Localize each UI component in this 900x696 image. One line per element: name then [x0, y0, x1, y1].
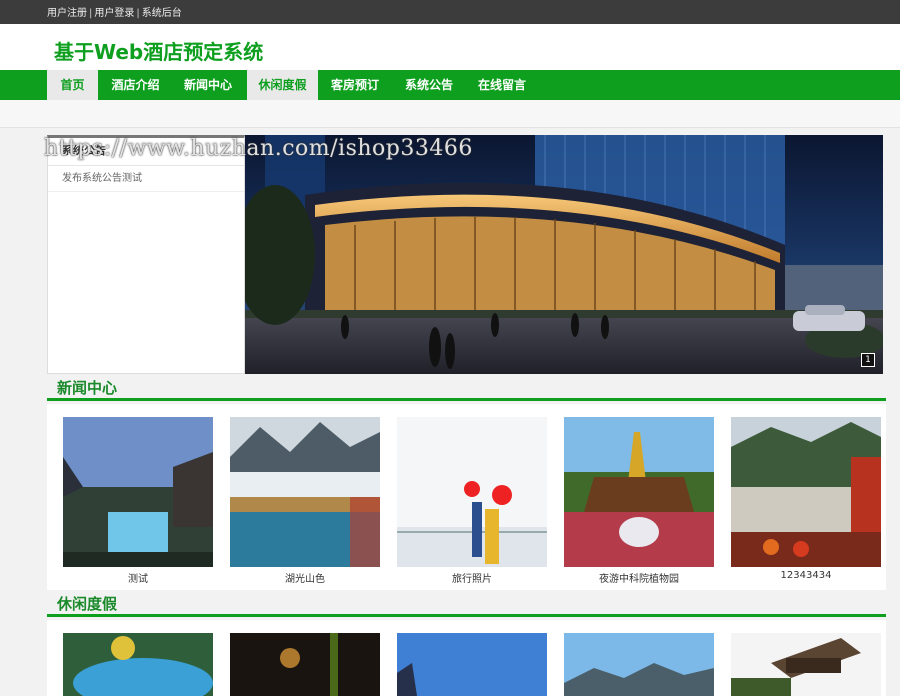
nav-item-news[interactable]: 新闻中心: [176, 70, 240, 100]
water-park-photo: [63, 633, 213, 696]
night-forest-photo: [230, 633, 380, 696]
mountain-peaks-photo: [564, 633, 714, 696]
golden-temple-fountain-photo: [564, 417, 714, 567]
top-utility-bar: 用户注册 | 用户登录 | 系统后台: [0, 0, 900, 24]
mountain-village-autumn-photo: [731, 417, 881, 567]
nav-item-booking[interactable]: 客房预订: [322, 70, 388, 100]
chinese-gate-photo: [731, 633, 881, 696]
leisure-section-header: 休闲度假: [47, 591, 886, 617]
leisure-card[interactable]: [731, 633, 881, 696]
admin-link[interactable]: 系统后台: [142, 8, 182, 19]
notice-panel: 系统公告 发布系统公告测试: [47, 135, 245, 374]
nav-item-home[interactable]: 首页: [47, 70, 98, 100]
news-section-title: 新闻中心: [57, 379, 118, 397]
news-card-caption: 测试: [128, 574, 148, 585]
resort-pool-photo: [63, 417, 213, 567]
hotel-banner[interactable]: 1: [245, 135, 883, 374]
news-card-caption: 湖光山色: [285, 574, 325, 585]
leisure-section-title: 休闲度假: [57, 595, 118, 613]
register-link[interactable]: 用户注册: [47, 8, 87, 19]
notice-title: 系统公告: [48, 138, 244, 166]
news-section-header: 新闻中心: [47, 375, 886, 401]
leisure-card[interactable]: [230, 633, 380, 696]
nav-item-messages[interactable]: 在线留言: [470, 70, 534, 100]
banner-page-indicator[interactable]: 1: [861, 353, 875, 367]
hotel-building-image: [245, 135, 883, 374]
news-card-caption: 旅行照片: [452, 574, 492, 585]
misty-lake-mountain-photo: [230, 417, 380, 567]
nav-item-leisure[interactable]: 休闲度假: [247, 70, 318, 100]
news-card-caption: 12343434: [780, 570, 832, 581]
blue-sky-resort-photo: [397, 633, 547, 696]
couple-red-balloons-photo: [397, 417, 547, 567]
link-separator: |: [136, 8, 140, 19]
sub-strip: [0, 100, 900, 128]
leisure-card[interactable]: [63, 633, 213, 696]
news-panel: 测试 湖光山色 旅行照片 夜游中科院植物园 12343434: [47, 404, 886, 590]
link-separator: |: [89, 8, 93, 19]
leisure-panel: [47, 620, 886, 696]
top-links: 用户注册 | 用户登录 | 系统后台: [47, 4, 182, 19]
main-nav: 首页 酒店介绍 新闻中心 休闲度假 客房预订 系统公告 在线留言: [0, 70, 900, 100]
site-header: 基于Web酒店预定系统: [0, 24, 900, 70]
nav-item-hotel-intro[interactable]: 酒店介绍: [103, 70, 168, 100]
leisure-card[interactable]: [564, 633, 714, 696]
news-card-caption: 夜游中科院植物园: [599, 574, 679, 585]
site-title: 基于Web酒店预定系统: [54, 40, 264, 64]
leisure-card[interactable]: [397, 633, 547, 696]
login-link[interactable]: 用户登录: [94, 8, 134, 19]
notice-item[interactable]: 发布系统公告测试: [48, 166, 244, 192]
nav-item-announcements[interactable]: 系统公告: [397, 70, 461, 100]
